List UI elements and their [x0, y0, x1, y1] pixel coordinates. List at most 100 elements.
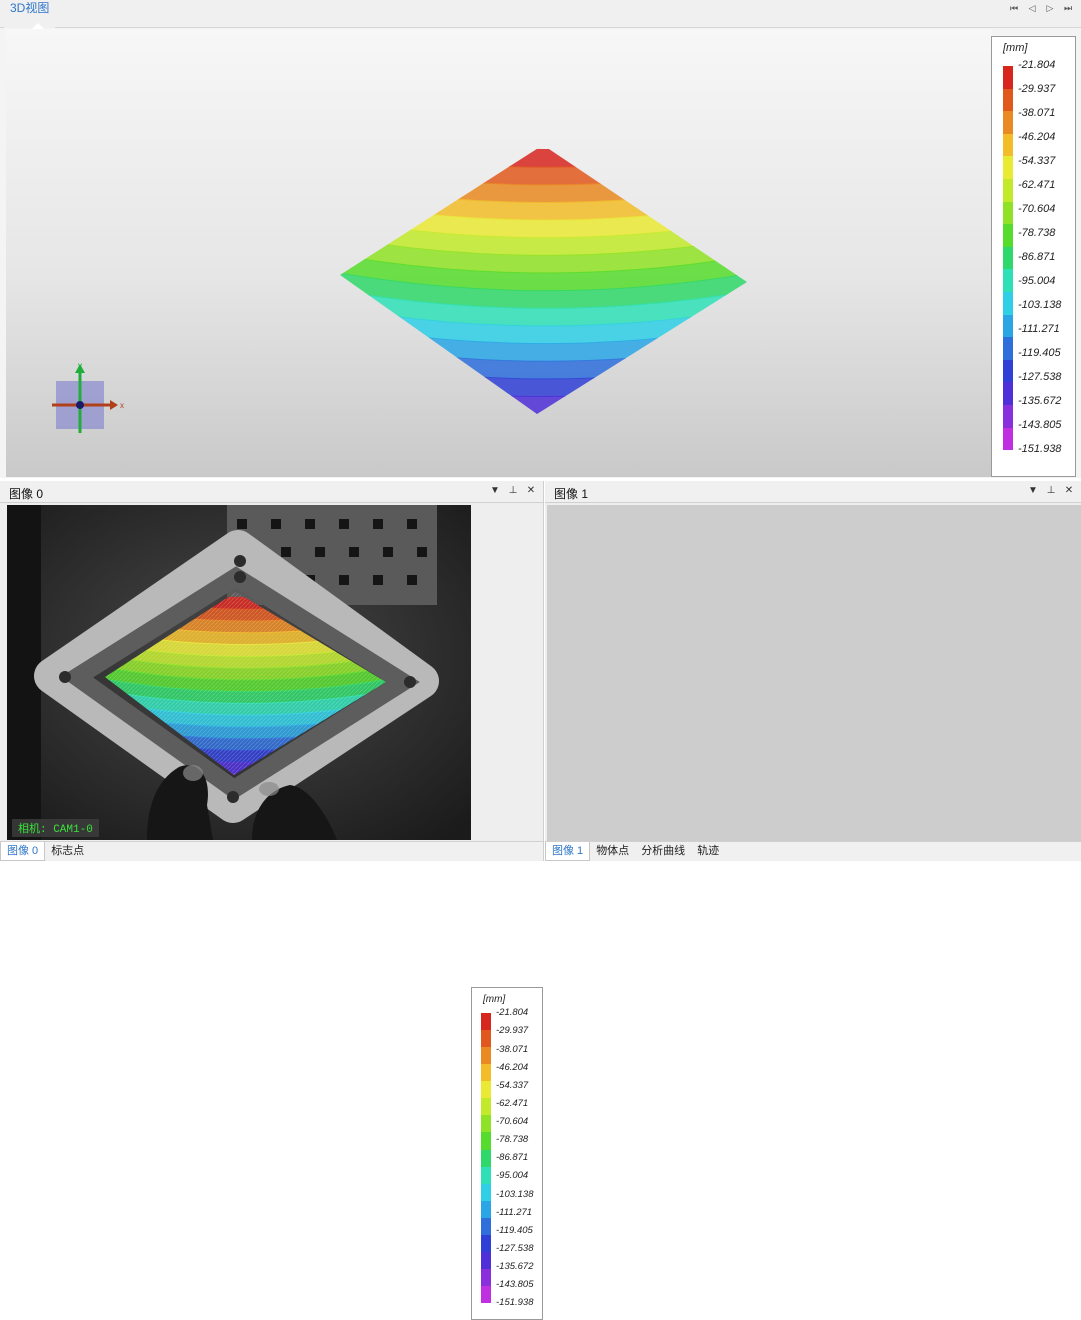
legend-tick-label: -29.937	[496, 1025, 529, 1037]
tab-3d-view[interactable]: 3D视图	[4, 0, 56, 29]
dropdown-icon[interactable]: ▼	[1027, 484, 1039, 498]
contour-band	[340, 145, 747, 168]
3d-scene[interactable]: x y	[6, 29, 992, 477]
close-icon[interactable]: ✕	[525, 484, 537, 498]
legend-tick-label: -70.604	[496, 1116, 529, 1128]
legend-tick-label: -151.938	[1018, 443, 1062, 456]
view-3d-tabstrip: 3D视图 ⏮ ◁ ▷ ⏭	[0, 0, 1081, 29]
camera-label: 相机: CAM1-0	[12, 819, 99, 837]
image-0-title: 图像 0	[9, 487, 44, 501]
next-icon[interactable]: ▷	[1043, 1, 1057, 15]
legend-tick-label: -54.337	[496, 1079, 529, 1091]
x-axis-label: x	[120, 401, 124, 410]
image-0-header: 图像 0 ▼ ⊥ ✕	[0, 481, 543, 503]
close-icon[interactable]: ✕	[1063, 484, 1075, 498]
plate-hole	[349, 547, 359, 557]
color-legend-3d: [mm] -21.804 -29.937 -38.071 -46.204 -54.337…	[991, 36, 1076, 477]
tab-object-points[interactable]: 物体点	[590, 842, 635, 861]
plate-hole	[305, 519, 315, 529]
legend-tick-label: -21.804	[496, 1007, 529, 1019]
legend-tick-label: -143.805	[496, 1279, 534, 1291]
legend-color-step	[481, 1268, 491, 1286]
tab-markers[interactable]: 标志点	[45, 842, 90, 861]
displacement-surface	[340, 145, 747, 414]
legend-color-step	[1003, 269, 1013, 292]
legend-colorbar	[1003, 66, 1013, 451]
legend-tick-label: -86.871	[496, 1152, 529, 1164]
legend-color-step	[481, 1098, 491, 1116]
legend-tick-label: -29.937	[1018, 83, 1056, 96]
axis-triad: x y	[52, 361, 124, 433]
y-axis-label: y	[78, 361, 82, 370]
legend-color-step	[1003, 156, 1013, 179]
tab-analysis-curves[interactable]: 分析曲线	[635, 842, 691, 861]
legend-color-step	[481, 1115, 491, 1133]
prev-icon[interactable]: ◁	[1025, 1, 1039, 15]
legend-color-step	[1003, 337, 1013, 360]
legend-color-step	[481, 1132, 491, 1150]
plate-hole	[383, 547, 393, 557]
legend-color-step	[1003, 291, 1013, 315]
plate-hole	[315, 547, 325, 557]
legend-color-step	[481, 1251, 491, 1269]
legend-tick-label: -46.204	[1018, 131, 1056, 144]
image-1-header: 图像 1 ▼ ⊥ ✕	[545, 481, 1081, 503]
legend-tick-label: -70.604	[1018, 203, 1056, 216]
legend-color-step	[1003, 88, 1013, 112]
legend-tick-label: -21.804	[1018, 59, 1056, 72]
dropdown-icon[interactable]: ▼	[489, 484, 501, 498]
pin-icon[interactable]: ⊥	[1045, 484, 1057, 498]
legend-color-step	[481, 1064, 491, 1082]
legend-tick-label: -119.405	[496, 1224, 533, 1236]
view-3d-window: 3D视图 ⏮ ◁ ▷ ⏭ x y [mm] -21.804 -29.937 -3…	[0, 0, 1081, 478]
image-1-window-buttons: ▼ ⊥ ✕	[1027, 484, 1075, 498]
pin-icon[interactable]: ⊥	[507, 484, 519, 498]
legend-color-step	[1003, 111, 1013, 134]
legend-color-step	[1003, 224, 1013, 247]
legend-color-step	[1003, 427, 1013, 451]
tab-trajectory[interactable]: 轨迹	[691, 842, 725, 861]
legend-tick-label: -78.738	[1018, 227, 1056, 240]
legend-tick-label: -95.004	[496, 1170, 529, 1182]
legend-color-step	[481, 1166, 491, 1184]
plate-hole	[373, 519, 383, 529]
image-1-tabs: 图像 1 物体点 分析曲线 轨迹	[545, 841, 1081, 861]
legend-color-step	[1003, 201, 1013, 225]
x-axis-head	[110, 400, 118, 410]
legend-tick-label: -78.738	[496, 1134, 529, 1146]
color-legend-image-0: [mm] -21.804 -29.937 -38.071 -46.204 -54.337…	[471, 987, 543, 1320]
image-1-panel: 图像 1 ▼ ⊥ ✕ 图像 1 物体点 分析曲线 轨迹	[545, 481, 1081, 861]
legend-tick-label: -38.071	[496, 1043, 529, 1055]
legend-tick-label: -38.071	[1018, 107, 1056, 120]
plate-hole	[373, 575, 383, 585]
tab-image-1[interactable]: 图像 1	[545, 842, 591, 861]
legend-tick-label: -62.471	[1018, 179, 1056, 192]
plate-hole	[407, 519, 417, 529]
camera-image-1[interactable]	[547, 505, 1081, 841]
legend-tick-label: -135.672	[496, 1261, 534, 1273]
plate-hole	[281, 547, 291, 557]
camera-image-0[interactable]: 相机: CAM1-0	[7, 505, 471, 840]
legend-unit: [mm]	[1003, 42, 1028, 54]
legend-color-step	[481, 1234, 491, 1252]
plate-hole	[339, 575, 349, 585]
first-icon[interactable]: ⏮	[1007, 1, 1021, 15]
legend-tick-label: -151.938	[496, 1297, 534, 1309]
legend-color-step	[1003, 314, 1013, 338]
legend-tick-label: -127.538	[496, 1242, 534, 1254]
contour-band	[340, 411, 747, 414]
plate-hole	[407, 575, 417, 585]
legend-tick-label: -46.204	[496, 1061, 529, 1073]
legend-tick-label: -103.138	[496, 1188, 534, 1200]
legend-color-step	[1003, 66, 1013, 89]
tab-image-0[interactable]: 图像 0	[0, 842, 46, 861]
triad-origin	[76, 401, 84, 409]
legend-color-step	[1003, 178, 1013, 202]
image-1-title: 图像 1	[554, 487, 589, 501]
legend-color-step	[481, 1286, 491, 1304]
last-icon[interactable]: ⏭	[1061, 1, 1075, 15]
image-0-window-buttons: ▼ ⊥ ✕	[489, 484, 537, 498]
legend-tick-label: -111.271	[1018, 323, 1060, 336]
legend-tick-label: -86.871	[1018, 251, 1056, 264]
legend-color-step	[1003, 404, 1013, 428]
